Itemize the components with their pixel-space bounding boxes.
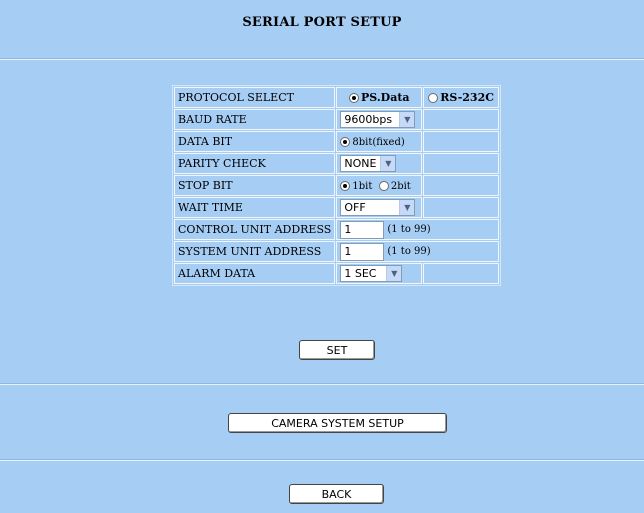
parity-check-row: PARITY CHECK NONE ▼ (174, 153, 499, 174)
divider (0, 58, 644, 60)
wait-time-select[interactable]: OFF ▼ (340, 199, 416, 216)
chevron-down-icon[interactable]: ▼ (380, 156, 396, 171)
protocol-label: PROTOCOL SELECT (174, 87, 336, 108)
baud-rate-select[interactable]: 9600bps ▼ (340, 111, 416, 128)
camera-system-setup-button[interactable]: CAMERA SYSTEM SETUP (228, 413, 447, 433)
alarm-data-select[interactable]: 1 SEC ▼ (340, 265, 403, 282)
radio-psdata[interactable] (349, 93, 360, 103)
alarm-data-row: ALARM DATA 1 SEC ▼ (174, 263, 499, 284)
baud-rate-label: BAUD RATE (174, 109, 336, 130)
protocol-option-psdata[interactable]: PS.Data (336, 87, 423, 108)
control-unit-address-input[interactable]: 1 (340, 220, 385, 239)
control-unit-address-label: CONTROL UNIT ADDRESS (174, 219, 336, 240)
parity-check-select[interactable]: NONE ▼ (340, 155, 397, 172)
stop-bit-row: STOP BIT 1bit 2bit (174, 175, 499, 196)
chevron-down-icon[interactable]: ▼ (386, 266, 402, 281)
control-unit-address-row: CONTROL UNIT ADDRESS 1 (1 to 99) (174, 219, 499, 240)
stop-bit-label: STOP BIT (174, 175, 336, 196)
system-unit-address-row: SYSTEM UNIT ADDRESS 1 (1 to 99) (174, 241, 499, 262)
back-button[interactable]: BACK (289, 484, 384, 504)
data-bit-row: DATA BIT 8bit(fixed) (174, 131, 499, 152)
system-unit-address-input[interactable]: 1 (340, 242, 385, 261)
divider (0, 383, 644, 385)
page-title: SERIAL PORT SETUP (242, 15, 402, 30)
radio-8bit[interactable] (340, 137, 351, 147)
alarm-data-label: ALARM DATA (174, 263, 336, 284)
set-button[interactable]: SET (299, 340, 375, 360)
baud-rate-row: BAUD RATE 9600bps ▼ (174, 109, 499, 130)
divider (0, 459, 644, 461)
serial-settings-table: PROTOCOL SELECT PS.Data RS-232C BAUD RAT… (172, 85, 501, 286)
wait-time-label: WAIT TIME (174, 197, 336, 218)
protocol-option-rs232c[interactable]: RS-232C (423, 87, 499, 108)
radio-2bit[interactable] (378, 181, 389, 191)
protocol-row: PROTOCOL SELECT PS.Data RS-232C (174, 87, 499, 108)
wait-time-row: WAIT TIME OFF ▼ (174, 197, 499, 218)
system-unit-address-label: SYSTEM UNIT ADDRESS (174, 241, 336, 262)
parity-check-label: PARITY CHECK (174, 153, 336, 174)
data-bit-label: DATA BIT (174, 131, 336, 152)
radio-1bit[interactable] (340, 181, 351, 191)
chevron-down-icon[interactable]: ▼ (399, 112, 415, 127)
chevron-down-icon[interactable]: ▼ (399, 200, 415, 215)
radio-rs232c[interactable] (428, 93, 439, 103)
